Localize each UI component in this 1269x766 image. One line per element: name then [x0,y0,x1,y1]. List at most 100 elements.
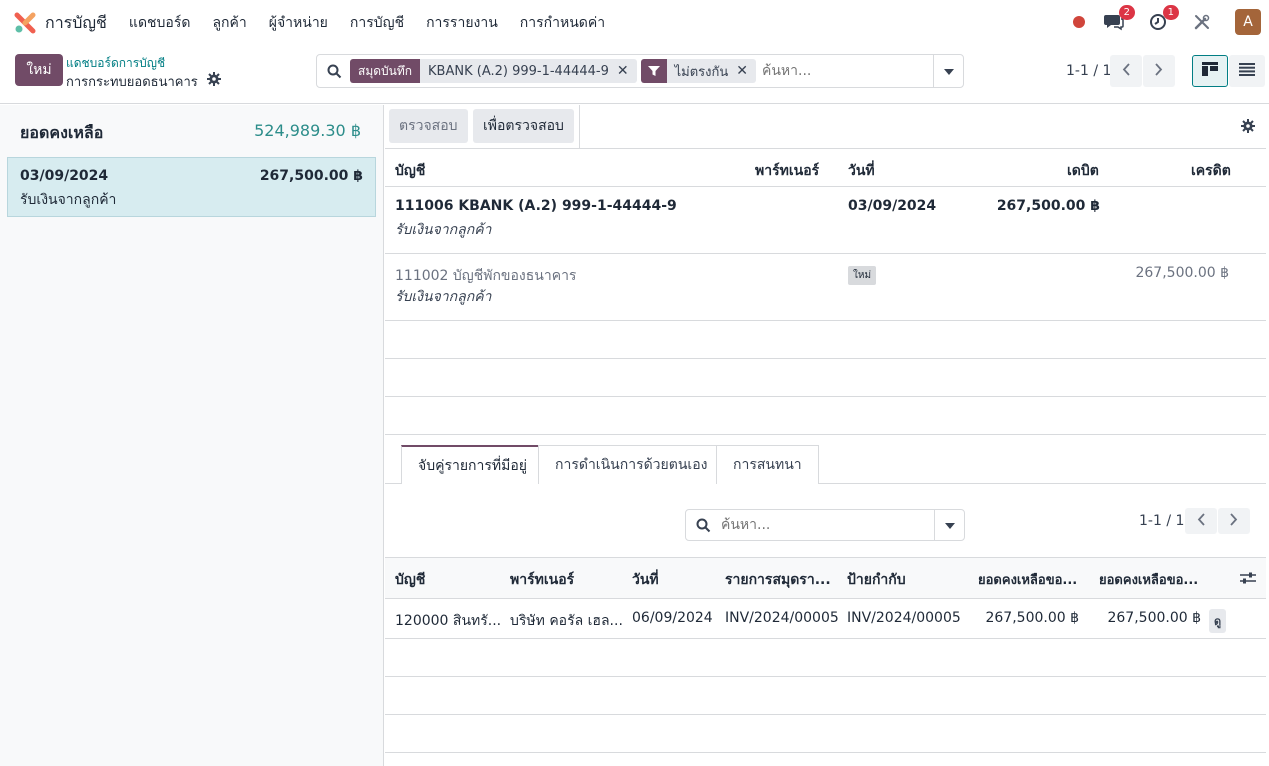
match-pager-next-button[interactable] [1218,508,1250,534]
pager-next-button[interactable] [1143,55,1175,87]
divider [385,358,1266,359]
search-options-toggle[interactable] [933,55,963,87]
col-account[interactable]: บัญชี [395,569,425,591]
to-check-button[interactable]: เพื่อตรวจสอบ [473,109,574,143]
divider [385,320,1266,321]
match-search-bar[interactable] [685,509,965,541]
row-account: 111002 บัญชีพักของธนาคาร [395,268,577,284]
activities-button[interactable]: 1 [1147,5,1179,33]
statement-label: รับเงินจากลูกค้า [20,192,117,208]
col-label[interactable]: ป้ายกำกับ [847,569,906,591]
pager-previous-button[interactable] [1110,55,1142,87]
chevron-left-icon [1197,512,1205,530]
col-partner[interactable]: พาร์ทเนอร์ [510,569,574,591]
chevron-left-icon [1122,62,1130,80]
menu-dashboard[interactable]: แดชบอร์ด [129,12,191,34]
col-residual-1[interactable]: ยอดคงเหลือขอ... [978,569,1077,590]
facet-remove-icon[interactable]: ✕ [617,63,629,79]
chevron-right-icon [1230,512,1238,530]
balance-value: 524,989.30 ฿ [254,121,361,140]
kanban-view-button[interactable] [1192,55,1228,87]
statement-date: 03/09/2024 [20,168,109,184]
divider [385,434,1266,435]
col-date[interactable]: วันที่ [632,569,659,591]
col-residual-2[interactable]: ยอดคงเหลือขอ... [1099,569,1198,590]
match-row-label: INV/2024/00005 [847,610,961,626]
match-table-header: บัญชี พาร์ทเนอร์ วันที่ รายการสมุดรา... … [385,557,1266,599]
search-icon [696,518,711,533]
menu-accounting[interactable]: การบัญชี [350,12,404,34]
breadcrumb-current: การกระทบยอดธนาคาร [66,75,198,90]
match-pager-value[interactable]: 1-1 / 1 [1139,513,1184,529]
row-credit: 267,500.00 ฿ [1135,265,1229,281]
search-bar[interactable]: สมุดบันทึก KBANK (A.2) 999-1-44444-9 ✕ ไ… [316,54,964,88]
divider [385,148,1266,149]
facet-journal: สมุดบันทึก KBANK (A.2) 999-1-44444-9 ✕ [350,59,637,83]
avatar[interactable]: A [1235,9,1261,35]
gear-icon[interactable] [1241,119,1255,137]
header-account: บัญชี [395,163,426,179]
row-account: 111006 KBANK (A.2) 999-1-44444-9 [395,198,677,214]
row-debit: 267,500.00 ฿ [996,198,1100,214]
search-input[interactable] [762,63,922,79]
menu-reporting[interactable]: การรายงาน [426,12,498,34]
status-dot-icon[interactable] [1073,16,1085,28]
column-settings-icon[interactable] [1240,571,1256,589]
pager-value[interactable]: 1-1 / 1 [1066,63,1111,79]
row-label: รับเงินจากลูกค้า [395,222,492,238]
validate-button[interactable]: ตรวจสอบ [389,109,468,143]
col-journal-entry[interactable]: รายการสมุดรา... [725,569,831,591]
tab-chatter[interactable]: การสนทนา [716,445,819,484]
match-row-account: 120000 สินทรั... [395,613,502,629]
list-icon [1239,62,1255,80]
kanban-icon [1202,62,1218,80]
caret-down-icon [943,63,954,79]
match-search-options-toggle[interactable] [934,510,964,540]
divider [385,186,1266,187]
facet-filter: ไม่ตรงกัน ✕ [640,59,756,83]
match-pager-previous-button[interactable] [1185,508,1217,534]
tools-icon [1194,14,1210,30]
tab-match-existing[interactable]: จับคู่รายการที่มีอยู่ [401,445,544,484]
top-navbar: การบัญชี แดชบอร์ด ลูกค้า ผู้จำหน่าย การบ… [0,0,1269,46]
menu-vendors[interactable]: ผู้จำหน่าย [269,12,328,34]
facet-filter-text: ไม่ตรงกัน [674,64,729,80]
match-search-input[interactable] [721,517,921,533]
statement-amount: 267,500.00 ฿ [259,168,363,184]
caret-down-icon [944,517,955,533]
match-row-amount-1: 267,500.00 ฿ [985,610,1079,626]
chevron-right-icon [1155,62,1163,80]
gear-icon[interactable] [207,72,221,90]
app-title[interactable]: การบัญชี [45,11,107,36]
facet-journal-text: KBANK (A.2) 999-1-44444-9 [428,63,609,79]
row-date: 03/09/2024 [848,198,937,214]
statement-line-card[interactable]: 03/09/2024 267,500.00 ฿ รับเงินจากลูกค้า [7,157,376,217]
match-row-partner: บริษัท คอรัล เฮล... [510,613,623,629]
facet-remove-icon[interactable]: ✕ [736,63,748,79]
tools-button[interactable] [1191,11,1213,33]
list-view-button[interactable] [1229,55,1265,87]
control-panel: ใหม่ แดชบอร์ดการบัญชี การกระทบยอดธนาคาร … [0,46,1269,104]
app-logo-icon[interactable] [14,12,36,34]
match-row-amount-2: 267,500.00 ฿ [1107,610,1201,626]
header-date: วันที่ [848,163,875,179]
new-badge: ใหม่ [848,266,877,285]
facet-journal-label: สมุดบันทึก [350,59,421,83]
divider [385,714,1266,715]
divider [385,396,1266,397]
divider [385,638,1266,639]
row-label: รับเงินจากลูกค้า [395,289,492,305]
menu-configuration[interactable]: การกำหนดค่า [520,12,605,34]
statement-list-pane: ยอดคงเหลือ 524,989.30 ฿ 03/09/2024 267,5… [0,105,384,766]
match-row-entry: INV/2024/00005 [725,610,839,626]
activities-badge: 1 [1162,5,1179,20]
messages-button[interactable]: 2 [1103,5,1135,33]
menu-customers[interactable]: ลูกค้า [212,12,246,34]
balance-label: ยอดคงเหลือ [20,123,104,142]
new-button[interactable]: ใหม่ [15,54,63,86]
tab-manual-operations[interactable]: การดำเนินการด้วยตนเอง [538,445,725,484]
view-button[interactable]: ดู [1209,609,1227,633]
reconcile-pane: ตรวจสอบ เพื่อตรวจสอบ บัญชี พาร์ทเนอร์ วั… [385,105,1269,766]
header-partner: พาร์ทเนอร์ [755,163,820,179]
messages-badge: 2 [1118,5,1135,20]
